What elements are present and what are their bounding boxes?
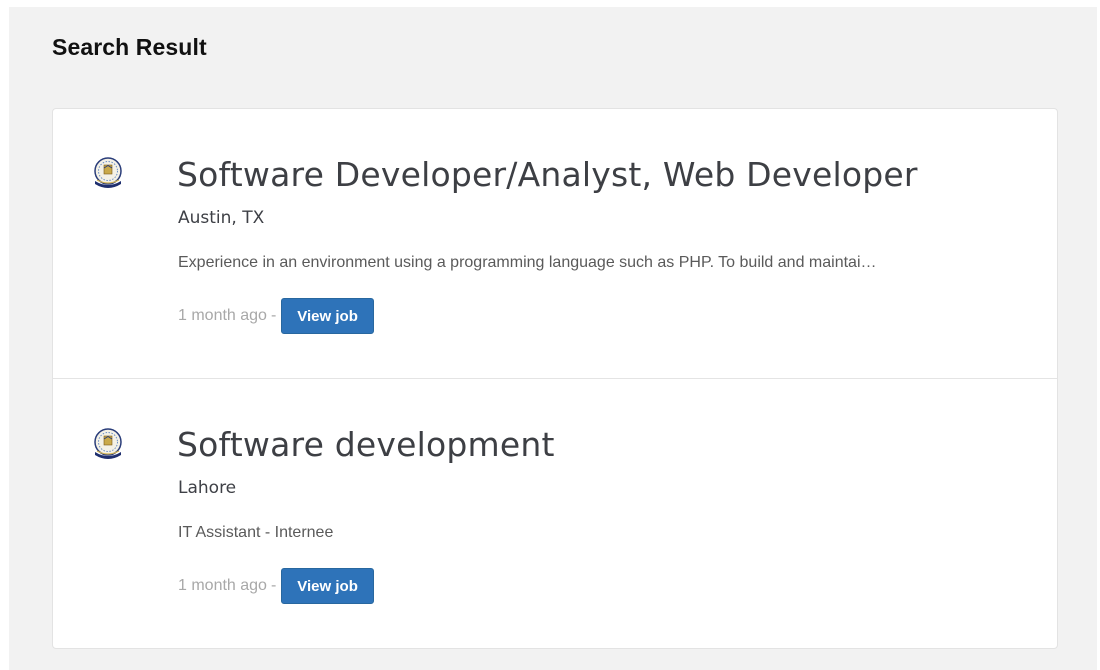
- job-location: Lahore: [178, 478, 237, 498]
- view-job-button[interactable]: View job: [281, 298, 374, 334]
- posted-time: 1 month ago: [178, 307, 267, 324]
- view-job-button[interactable]: View job: [281, 568, 374, 604]
- job-meta: 1 month ago - View job: [178, 298, 374, 334]
- job-description: IT Assistant - Internee: [178, 524, 334, 541]
- results-list: Software Developer/Analyst, Web Develope…: [52, 108, 1058, 649]
- page-title: Search Result: [52, 34, 207, 60]
- job-meta: 1 month ago - View job: [178, 568, 374, 604]
- job-title[interactable]: Software development: [177, 425, 555, 464]
- job-location: Austin, TX: [178, 208, 265, 228]
- university-crest-logo-icon: [91, 156, 125, 192]
- job-title[interactable]: Software Developer/Analyst, Web Develope…: [177, 155, 918, 194]
- university-crest-logo-icon: [91, 427, 125, 463]
- posted-time: 1 month ago: [178, 577, 267, 594]
- meta-separator: -: [270, 307, 277, 324]
- job-result-item: Software development Lahore IT Assistant…: [53, 380, 1057, 650]
- job-description: Experience in an environment using a pro…: [178, 254, 877, 271]
- search-result-panel: Search Result Software Developer/Analyst…: [9, 7, 1097, 670]
- job-result-item: Software Developer/Analyst, Web Develope…: [53, 109, 1057, 379]
- meta-separator: -: [270, 577, 277, 594]
